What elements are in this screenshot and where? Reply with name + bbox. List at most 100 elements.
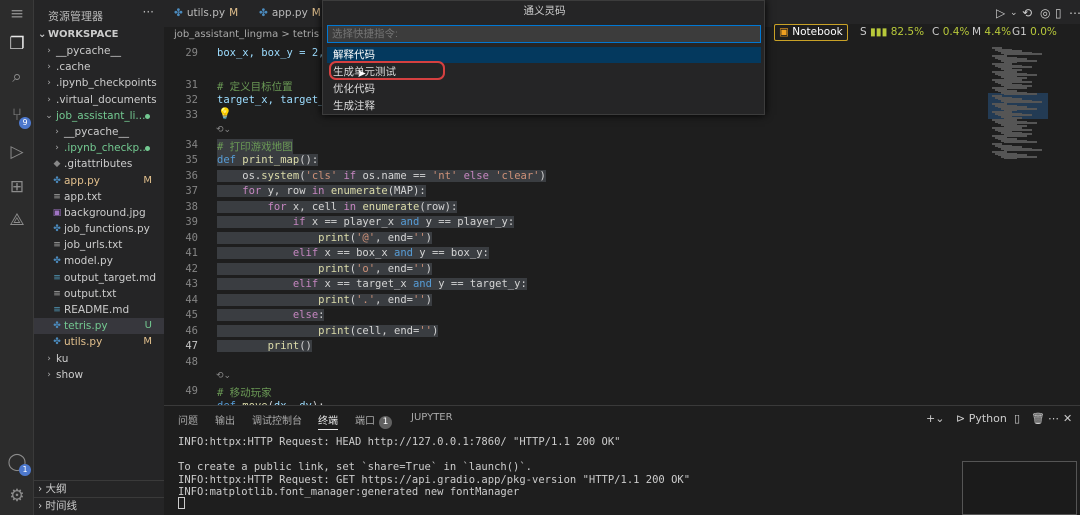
run-debug-icon[interactable]: ▷ [5,140,29,164]
account-badge: 1 [19,464,31,476]
run-icon[interactable]: ▷ [996,6,1005,20]
search-icon[interactable]: ⌕ [5,65,29,89]
line-number: 35 [185,154,198,166]
outline-section[interactable]: › 大纲 [34,480,164,496]
tree-item[interactable]: › __pycache__ [34,124,164,140]
terminal-selector[interactable]: ⊳ Python [956,412,1007,425]
tree-item-label: .gitattributes [64,158,133,171]
terminal-line: INFO:httpx:HTTP Request: GET https://api… [178,474,691,486]
line-number: 47 [185,340,198,352]
lightbulb-icon[interactable]: 💡 [218,107,232,120]
tree-item[interactable]: › ku [34,351,164,367]
workspace-header[interactable]: ⌄ WORKSPACE [34,27,164,43]
tree-item[interactable]: › .ipynb_checkpoints [34,75,164,91]
notebook-label: Notebook [792,26,843,38]
run-dropdown-icon[interactable]: ⌄ [1010,8,1018,18]
more-actions-icon[interactable]: ⋯ [1069,6,1080,20]
tree-item[interactable]: ✤ model.py [34,253,164,269]
tree-item[interactable]: ≡ output_target.md [34,270,164,286]
extensions-icon[interactable]: ⊞ [5,175,29,199]
tree-item-label: README.md [64,304,130,316]
notebook-button[interactable]: ▣ Notebook [774,24,848,41]
quick-pick-item-optimize[interactable]: 优化代码 [327,81,761,97]
tree-item[interactable]: › show [34,367,164,383]
account-icon[interactable]: ◯ 1 [5,450,31,476]
line-number: 43 [185,278,198,290]
add-terminal-icon[interactable]: +⌄ [926,412,944,425]
git-status-badge: M [143,336,152,348]
editor-scrollbar[interactable] [1072,43,1080,405]
g-label: G1 [1012,26,1027,38]
settings-icon[interactable]: ⚙ [5,484,29,508]
tab-debug-console[interactable]: 调试控制台 [252,412,302,427]
line-number: 31 [185,79,198,91]
tree-item[interactable]: ▣ background.jpg [34,205,164,221]
cpu-metric: S ▮▮▮ 82.5% [860,26,924,38]
python-file-icon: ✤ [53,175,61,186]
compare-icon[interactable]: ⟲ [1022,6,1032,20]
code-line: def print_map(): [217,154,319,166]
fold-icon[interactable]: ⟲⌄ [216,371,231,381]
menu-icon[interactable]: ≡ [5,2,29,26]
tree-item[interactable]: ✤ utils.py M [34,334,164,350]
line-number: 29 [185,47,198,59]
tree-item[interactable]: › .ipynb_checkp... [34,140,164,156]
code-line: print('o', end='') [217,262,432,275]
minimap[interactable] [988,43,1068,405]
text-file-icon: ≡ [53,191,61,202]
tree-item[interactable]: ≡ job_urls.txt [34,237,164,253]
tree-item-label: app.txt [64,190,102,203]
tree-item-label: .virtual_documents [56,93,157,106]
quick-pick-item-comment[interactable]: 生成注释 [327,98,761,114]
source-control-icon[interactable]: ⑂ 9 [5,103,31,129]
python-file-icon: ✤ [53,321,61,332]
tree-item[interactable]: ≡ output.txt [34,286,164,302]
activity-bar: ≡ ❐ ⌕ ⑂ 9 ▷ ⊞ ⟁ ◯ 1 ⚙ [0,0,34,515]
tab-output[interactable]: 输出 [215,412,235,427]
fold-icon[interactable]: ⟲⌄ [216,125,231,135]
tab-ports[interactable]: 端口 1 [355,412,392,429]
line-number: 39 [185,216,198,228]
chevron-right-icon: › [38,500,46,512]
tree-item[interactable]: ✤ app.py M [34,173,164,189]
files-icon[interactable]: ❐ [5,32,29,56]
chevron-right-icon: › [47,62,51,73]
chevron-right-icon: › [47,46,51,56]
bottom-panel: 问题 输出 调试控制台 终端 端口 1 JUPYTER +⌄ ⊳ Python ▯… [164,405,1080,515]
remote-icon[interactable]: ⟁ [5,208,29,232]
more-actions-icon[interactable]: ··· [143,5,154,19]
vscode-window: ≡ ❐ ⌕ ⑂ 9 ▷ ⊞ ⟁ ◯ 1 ⚙ 资源管理器 ··· ⌄ WORKSPACE… [0,0,1080,515]
split-editor-icon[interactable]: ▯ [1055,6,1062,20]
tree-item[interactable]: › .virtual_documents [34,92,164,108]
timeline-section[interactable]: › 时间线 [34,497,164,513]
more-actions-icon[interactable]: ⋯ [1048,412,1059,425]
minimap-line [1004,101,1042,104]
file-tree: › __pycache__ › .cache › .ipynb_checkpoints ›.… [34,43,164,383]
split-terminal-icon[interactable]: ▯ [1014,412,1020,425]
code-line: print('.', end='') [217,293,432,306]
ports-label: 端口 [355,416,375,427]
line-number: 40 [185,231,198,244]
line-number: 34 [185,139,198,151]
tree-item[interactable]: ⌄ job_assistant_li... [34,108,164,124]
code-line: print(cell, end='') [217,324,439,337]
tree-item[interactable]: › .cache [34,59,164,75]
copilot-icon[interactable]: ◎ [1040,6,1050,20]
breadcrumb[interactable]: job_assistant_lingma > tetris [164,27,320,43]
terminal-cursor [178,497,185,509]
tab-terminal[interactable]: 终端 [318,412,338,430]
tab-utils[interactable]: ✤ utils.py M [174,0,238,27]
quick-pick-input[interactable] [327,25,761,43]
close-icon[interactable]: ✕ [1063,412,1072,425]
tree-item[interactable]: ✤ tetris.py U [34,318,164,335]
tree-item[interactable]: › __pycache__ [34,43,164,59]
tree-item[interactable]: ✤ job_functions.py [34,221,164,237]
tree-item[interactable]: ≡ README.md [34,302,164,318]
tab-problems[interactable]: 问题 [178,412,198,427]
tree-item[interactable]: ≡ app.txt [34,189,164,205]
tab-app[interactable]: ✤ app.py M [259,0,321,27]
c-label: C [932,26,940,38]
trash-icon[interactable]: 🗑 [1031,412,1045,425]
tab-jupyter[interactable]: JUPYTER [411,412,453,423]
tree-item[interactable]: ◆ .gitattributes [34,156,164,172]
